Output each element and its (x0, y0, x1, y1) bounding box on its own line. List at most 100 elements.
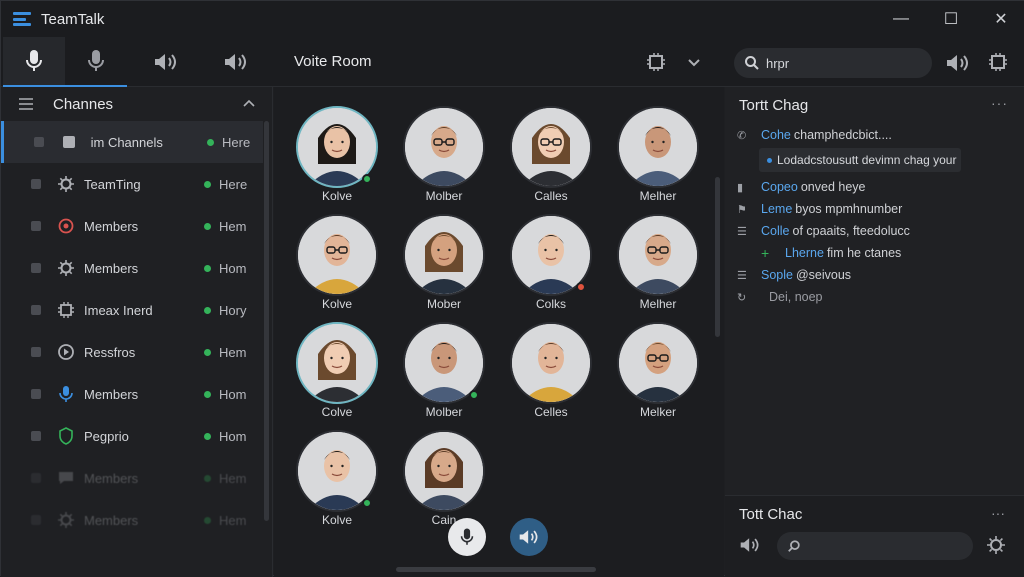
participant-name: Melker (639, 405, 676, 419)
participant-tile[interactable]: Calles (510, 106, 596, 214)
participant-tile[interactable]: Molber (403, 322, 489, 430)
sidebar-scrollbar[interactable] (264, 121, 269, 521)
compose-speaker-button[interactable] (739, 536, 761, 559)
close-button[interactable]: ✕ (977, 1, 1024, 37)
online-status-dot (204, 474, 211, 482)
participant-tile[interactable]: Kolve (296, 214, 382, 322)
microphone-button[interactable] (3, 37, 65, 87)
sidebar-item-status: Here (222, 134, 251, 150)
chat-message: ✆ Cohe champhedcbict.... (737, 125, 892, 145)
sidebar-item-4[interactable]: Members Hom (1, 247, 263, 289)
search-input[interactable] (766, 55, 916, 71)
checkbox-icon[interactable] (31, 431, 41, 441)
settings-button[interactable] (989, 53, 1007, 76)
speaker-toggle-button[interactable] (510, 518, 548, 556)
online-status-dot (204, 432, 211, 440)
microphone-icon (57, 385, 75, 403)
participant-tile[interactable]: Melker (617, 322, 703, 430)
checkbox-icon[interactable] (31, 179, 41, 189)
sidebar-item-1[interactable]: im Channels Here (1, 121, 263, 163)
bars-icon: ▮ (737, 181, 744, 194)
room-title: Voite Room (294, 53, 372, 70)
participant-tile[interactable]: Kolve (296, 430, 382, 538)
chat-author[interactable]: Lherne (785, 246, 824, 260)
hamburger-icon[interactable] (19, 98, 33, 110)
participant-tile[interactable]: Celles (510, 322, 596, 430)
compose-more-button[interactable]: ··· (991, 505, 1005, 521)
dropdown-button[interactable] (687, 55, 701, 73)
mute-mic-button[interactable] (448, 518, 486, 556)
online-status-dot (204, 306, 211, 314)
minimize-button[interactable]: — (877, 1, 925, 37)
participant-tile[interactable]: Mober (403, 214, 489, 322)
gear-icon (57, 259, 75, 277)
chat-bubble: Lodadcstousutt devimn chag your (759, 148, 961, 172)
grid-scrollbar[interactable] (715, 177, 720, 337)
chat-icon (57, 469, 75, 487)
participant-tile[interactable]: Melher (617, 106, 703, 214)
sidebar-item-10[interactable]: Members Hem (1, 499, 263, 541)
participant-name: Melher (639, 189, 677, 203)
sidebar-item-status: Hom (219, 386, 247, 402)
chat-more-button[interactable]: ··· (991, 95, 1008, 111)
checkbox-icon[interactable] (31, 389, 41, 399)
checkbox-icon[interactable] (34, 137, 44, 147)
chat-message-input[interactable] (777, 532, 973, 560)
volume-button[interactable] (945, 53, 971, 78)
participant-tile[interactable]: Colve (296, 322, 382, 430)
grid-horizontal-scrollbar[interactable] (396, 567, 596, 572)
participant-tile[interactable]: Melher (617, 214, 703, 322)
online-status-dot (204, 516, 211, 524)
checkbox-icon[interactable] (31, 347, 41, 357)
microphone-icon (460, 528, 474, 545)
microphone-icon (88, 50, 104, 71)
sidebar-item-8[interactable]: Pegprio Hom (1, 415, 263, 457)
chat-author[interactable]: Copeo (761, 180, 798, 194)
chat-compose-area: Tott Chac ··· (725, 495, 1024, 577)
list-icon: ☰ (737, 269, 747, 282)
sidebar-item-5[interactable]: Imeax Inerd Hory (1, 289, 263, 331)
compose-settings-button[interactable] (987, 536, 1005, 559)
sidebar-item-6[interactable]: Ressfros Hem (1, 331, 263, 373)
participant-name: Colve (321, 405, 353, 419)
participant-tile[interactable]: Colks (510, 214, 596, 322)
presence-green-indicator (362, 174, 372, 184)
chat-author[interactable]: Leme (761, 202, 792, 216)
chat-message: ⚑ Leme byos mpmhnumber (737, 199, 902, 219)
checkbox-icon[interactable] (31, 263, 41, 273)
chat-author[interactable]: Colle (761, 224, 790, 238)
chat-text: onved heye (800, 180, 866, 194)
checkbox-icon[interactable] (31, 473, 41, 483)
participant-tile[interactable]: Kolve (296, 106, 382, 214)
avatar (403, 106, 485, 188)
sidebar-item-3[interactable]: Members Hem (1, 205, 263, 247)
checkbox-icon[interactable] (31, 221, 41, 231)
chat-message: ↻ Dei, noep (737, 287, 823, 307)
sidebar-item-2[interactable]: TeamTing Here (1, 163, 263, 205)
checkbox-icon[interactable] (31, 305, 41, 315)
chat-author[interactable]: Cohe (761, 128, 791, 142)
sidebar-item-label: Ressfros (84, 344, 136, 360)
plus-icon: + (761, 245, 770, 261)
sidebar-item-label: TeamTing (84, 176, 141, 192)
sidebar-item-label: Imeax Inerd (84, 302, 153, 318)
sidebar-item-7[interactable]: Members Hom (1, 373, 263, 415)
avatar (403, 214, 485, 296)
avatar (296, 322, 378, 404)
chevron-up-icon[interactable] (243, 99, 255, 107)
speaker-button-2[interactable] (205, 37, 267, 87)
play-icon (57, 343, 75, 361)
chat-author[interactable]: Sople (761, 268, 793, 282)
sidebar-item-label: Members (84, 512, 139, 528)
participant-tile[interactable]: Molber (403, 106, 489, 214)
sidebar-item-9[interactable]: Members Hem (1, 457, 263, 499)
chip-button[interactable] (647, 53, 665, 76)
microphone-tab-button[interactable] (65, 37, 127, 87)
checkbox-icon[interactable] (31, 515, 41, 525)
search-icon (788, 540, 800, 552)
avatar (296, 214, 378, 296)
chevron-down-icon (688, 59, 700, 67)
search-box[interactable] (734, 48, 932, 78)
maximize-button[interactable]: ☐ (927, 1, 975, 37)
speaker-button[interactable] (135, 37, 197, 87)
